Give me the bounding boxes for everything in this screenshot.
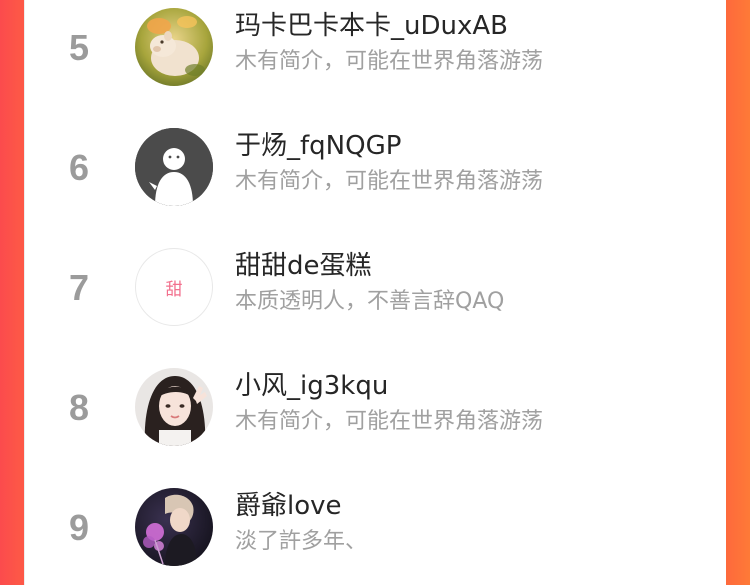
rank-number: 8 [68,387,90,428]
rank-number: 6 [68,147,90,188]
user-bio: 木有简介，可能在世界角落游荡 [235,169,544,194]
rank-number: 9 [68,507,90,548]
leaderboard-row[interactable]: 7 甜 甜甜de蛋糕 本质透明人，不善言辞QAQ [25,234,727,344]
anime-photo-avatar-icon[interactable] [135,488,213,566]
pig-photo-avatar-icon[interactable] [135,8,213,86]
user-bio: 淡了許多年、 [235,529,368,554]
user-name[interactable]: 玛卡巴卡本卡_uDuxAB [235,10,508,42]
user-name[interactable]: 爵爺love [235,490,342,522]
user-name[interactable]: 小风_ig3kqu [235,370,388,402]
text-avatar-icon[interactable]: 甜 [135,248,213,326]
avatar-initial: 甜 [165,279,183,300]
leaderboard-row[interactable]: 8 小风_ig3kqu 木有简介，可能在世界角落游荡 [25,354,727,464]
default-ghost-avatar-image [135,128,213,206]
rank-number: 7 [68,267,90,308]
user-bio: 木有简介，可能在世界角落游荡 [235,49,544,74]
girl-photo-avatar-icon[interactable] [135,368,213,446]
default-ghost-avatar-icon[interactable] [135,128,213,206]
leaderboard-row[interactable]: 5 玛卡巴卡本卡_uDuxAB 木有简介，可能在世界角落游荡 [25,0,727,104]
user-name[interactable]: 甜甜de蛋糕 [235,250,372,282]
user-bio: 木有简介，可能在世界角落游荡 [235,409,544,434]
girl-photo-avatar-image [135,368,213,446]
user-bio: 本质透明人，不善言辞QAQ [235,289,505,314]
leaderboard-panel: 5 玛卡巴卡本卡_uDuxAB 木有简介，可能在世界角落游荡 6 于炀_fqNQ… [24,0,726,585]
rank-number: 5 [68,27,90,68]
user-name[interactable]: 于炀_fqNQGP [235,130,401,162]
leaderboard-row[interactable]: 6 于炀_fqNQGP 木有简介，可能在世界角落游荡 [25,114,727,224]
pig-photo-avatar-image [135,8,213,86]
anime-photo-avatar-image [135,488,213,566]
leaderboard-row[interactable]: 9 爵爺love 淡了許多年、 [25,474,727,584]
